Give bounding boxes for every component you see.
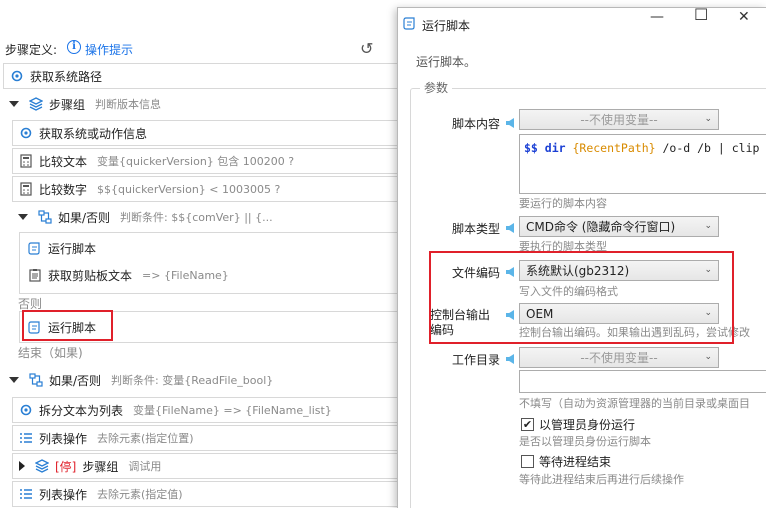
code-suffix: /o-d /b | clip — [655, 141, 760, 155]
step-summary: 去除元素(指定位置) — [97, 432, 194, 445]
step-split-text[interactable]: 拆分文本为列表 变量{FileName} => {FileName_list} — [12, 397, 412, 423]
step-compare-number[interactable]: 比较数字 $${quickerVersion} < 1003005 ? — [12, 176, 412, 202]
wait-exit-label: 等待进程结束 — [539, 455, 612, 469]
gear-icon — [20, 404, 32, 416]
collapse-arrow-icon[interactable] — [9, 377, 19, 383]
variable-arrow-icon[interactable] — [506, 223, 514, 233]
dialog-description: 运行脚本。 — [416, 55, 477, 69]
run-as-admin-checkbox[interactable]: ✔ — [521, 418, 534, 431]
clipboard-icon — [29, 269, 41, 282]
step-title: 拆分文本为列表 — [39, 403, 124, 418]
step-title: 列表操作 — [39, 431, 88, 446]
chevron-down-icon: ⌄ — [704, 221, 712, 231]
steps-definition-label: 步骤定义: — [5, 43, 58, 57]
disabled-tag: [停] — [55, 459, 77, 474]
info-icon[interactable]: i — [67, 40, 81, 54]
step-title: 如果/否则 — [58, 210, 111, 225]
collapse-arrow-icon[interactable] — [18, 214, 28, 220]
code-prefix: $$ dir — [524, 141, 573, 155]
gear-icon — [11, 70, 23, 82]
work-dir-hint: 不填写（自动为资源管理器的当前目录或桌面目 — [519, 397, 750, 410]
wait-exit-hint: 等待此进程结束后再进行后续操作 — [519, 473, 684, 486]
params-group-label: 参数 — [420, 79, 453, 96]
step-title: 获取系统路径 — [30, 69, 103, 84]
step-summary: 判断条件: 变量{ReadFile_bool} — [111, 374, 274, 387]
expand-arrow-icon[interactable] — [19, 461, 25, 471]
script-type-select[interactable]: CMD命令 (隐藏命令行窗口) ⌄ — [519, 216, 719, 237]
end-if-label: 结束（如果) — [18, 346, 83, 360]
minimize-icon[interactable]: — — [650, 9, 664, 25]
step-summary: 调试用 — [128, 460, 162, 473]
step-title: 获取剪贴板文本 — [48, 268, 133, 283]
step-list-op-position[interactable]: 列表操作 去除元素(指定位置) — [12, 425, 412, 451]
script-type-label: 脚本类型 — [451, 222, 500, 236]
work-dir-input[interactable] — [519, 370, 766, 393]
step-summary: 变量{FileName} => {FileName_list} — [133, 404, 332, 417]
list-icon — [20, 433, 32, 443]
highlight-box — [429, 251, 734, 344]
branch-icon — [38, 210, 52, 224]
chevron-down-icon: ⌄ — [704, 352, 712, 362]
branch-icon — [29, 373, 43, 387]
step-summary: 判断条件: $${comVer} || {... — [120, 211, 273, 224]
step-if-else-readfile[interactable]: 如果/否则 判断条件: 变量{ReadFile_bool} — [3, 367, 403, 393]
step-compare-text[interactable]: 比较文本 变量{quickerVersion} 包含 100200 ? — [12, 148, 412, 174]
dialog-title: 运行脚本 — [422, 19, 471, 33]
collapse-arrow-icon[interactable] — [9, 101, 19, 107]
step-get-system-info[interactable]: 获取系统或动作信息 — [12, 120, 412, 146]
close-icon[interactable]: ✕ — [738, 9, 750, 25]
highlight-box — [22, 310, 113, 341]
work-dir-var-select[interactable]: --不使用变量-- ⌄ — [519, 347, 719, 368]
layers-icon — [35, 459, 49, 473]
script-content-label: 脚本内容 — [451, 117, 500, 131]
script-content-editor[interactable]: $$ dir {RecentPath} /o-d /b | clip — [519, 134, 766, 194]
step-summary: => {FileName} — [142, 268, 229, 282]
step-group-version[interactable]: 步骤组 判断版本信息 — [3, 91, 403, 117]
step-get-system-path[interactable]: 获取系统路径 — [3, 63, 403, 89]
variable-arrow-icon[interactable] — [506, 118, 514, 128]
wait-exit-checkbox[interactable] — [521, 455, 534, 468]
step-run-script[interactable]: 运行脚本 — [22, 235, 412, 261]
run-as-admin-hint: 是否以管理员身份运行脚本 — [519, 435, 651, 448]
script-icon — [403, 17, 415, 30]
step-title: 运行脚本 — [48, 241, 97, 256]
code-variable: {RecentPath} — [572, 141, 656, 155]
step-get-clipboard-text[interactable]: 获取剪贴板文本 => {FileName} — [22, 262, 412, 288]
script-content-hint: 要运行的脚本内容 — [519, 197, 607, 210]
step-editor-panel: 步骤定义: i 操作提示 ↺ 获取系统路径 步骤组 判断版本信息 获取系统或动作… — [0, 0, 412, 508]
maximize-icon[interactable]: ☐ — [694, 5, 708, 24]
step-title: 比较文本 — [39, 154, 88, 169]
undo-icon[interactable]: ↺ — [360, 39, 373, 58]
list-icon — [20, 489, 32, 499]
work-dir-label: 工作目录 — [451, 353, 500, 367]
step-title: 获取系统或动作信息 — [39, 126, 148, 141]
layers-icon — [29, 97, 43, 111]
run-as-admin-label: 以管理员身份运行 — [539, 418, 636, 432]
gear-icon — [20, 127, 32, 139]
variable-arrow-icon[interactable] — [506, 354, 514, 364]
step-summary: 去除元素(指定值) — [97, 488, 183, 501]
step-title: 比较数字 — [39, 182, 88, 197]
step-title: 步骤组 — [49, 97, 86, 112]
calculator-icon — [20, 154, 32, 168]
step-if-else-comver[interactable]: 如果/否则 判断条件: $${comVer} || {... — [12, 204, 412, 230]
step-summary: 判断版本信息 — [95, 98, 162, 111]
step-group-debug[interactable]: [停] 步骤组 调试用 — [12, 453, 412, 479]
script-content-var-select[interactable]: --不使用变量-- ⌄ — [519, 109, 719, 130]
help-link[interactable]: 操作提示 — [85, 41, 133, 58]
step-summary: 变量{quickerVersion} 包含 100200 ? — [97, 155, 295, 168]
calculator-icon — [20, 182, 32, 196]
chevron-down-icon: ⌄ — [704, 114, 712, 124]
step-title: 列表操作 — [39, 487, 88, 502]
step-title: 如果/否则 — [49, 373, 102, 388]
script-icon — [28, 242, 40, 255]
step-list-op-value[interactable]: 列表操作 去除元素(指定值) — [12, 481, 412, 507]
step-summary: $${quickerVersion} < 1003005 ? — [97, 182, 281, 196]
step-title: 步骤组 — [82, 459, 119, 474]
run-script-dialog: 运行脚本 — ☐ ✕ 运行脚本。 参数 脚本内容 --不使用变量-- ⌄ $$ d… — [397, 5, 766, 508]
